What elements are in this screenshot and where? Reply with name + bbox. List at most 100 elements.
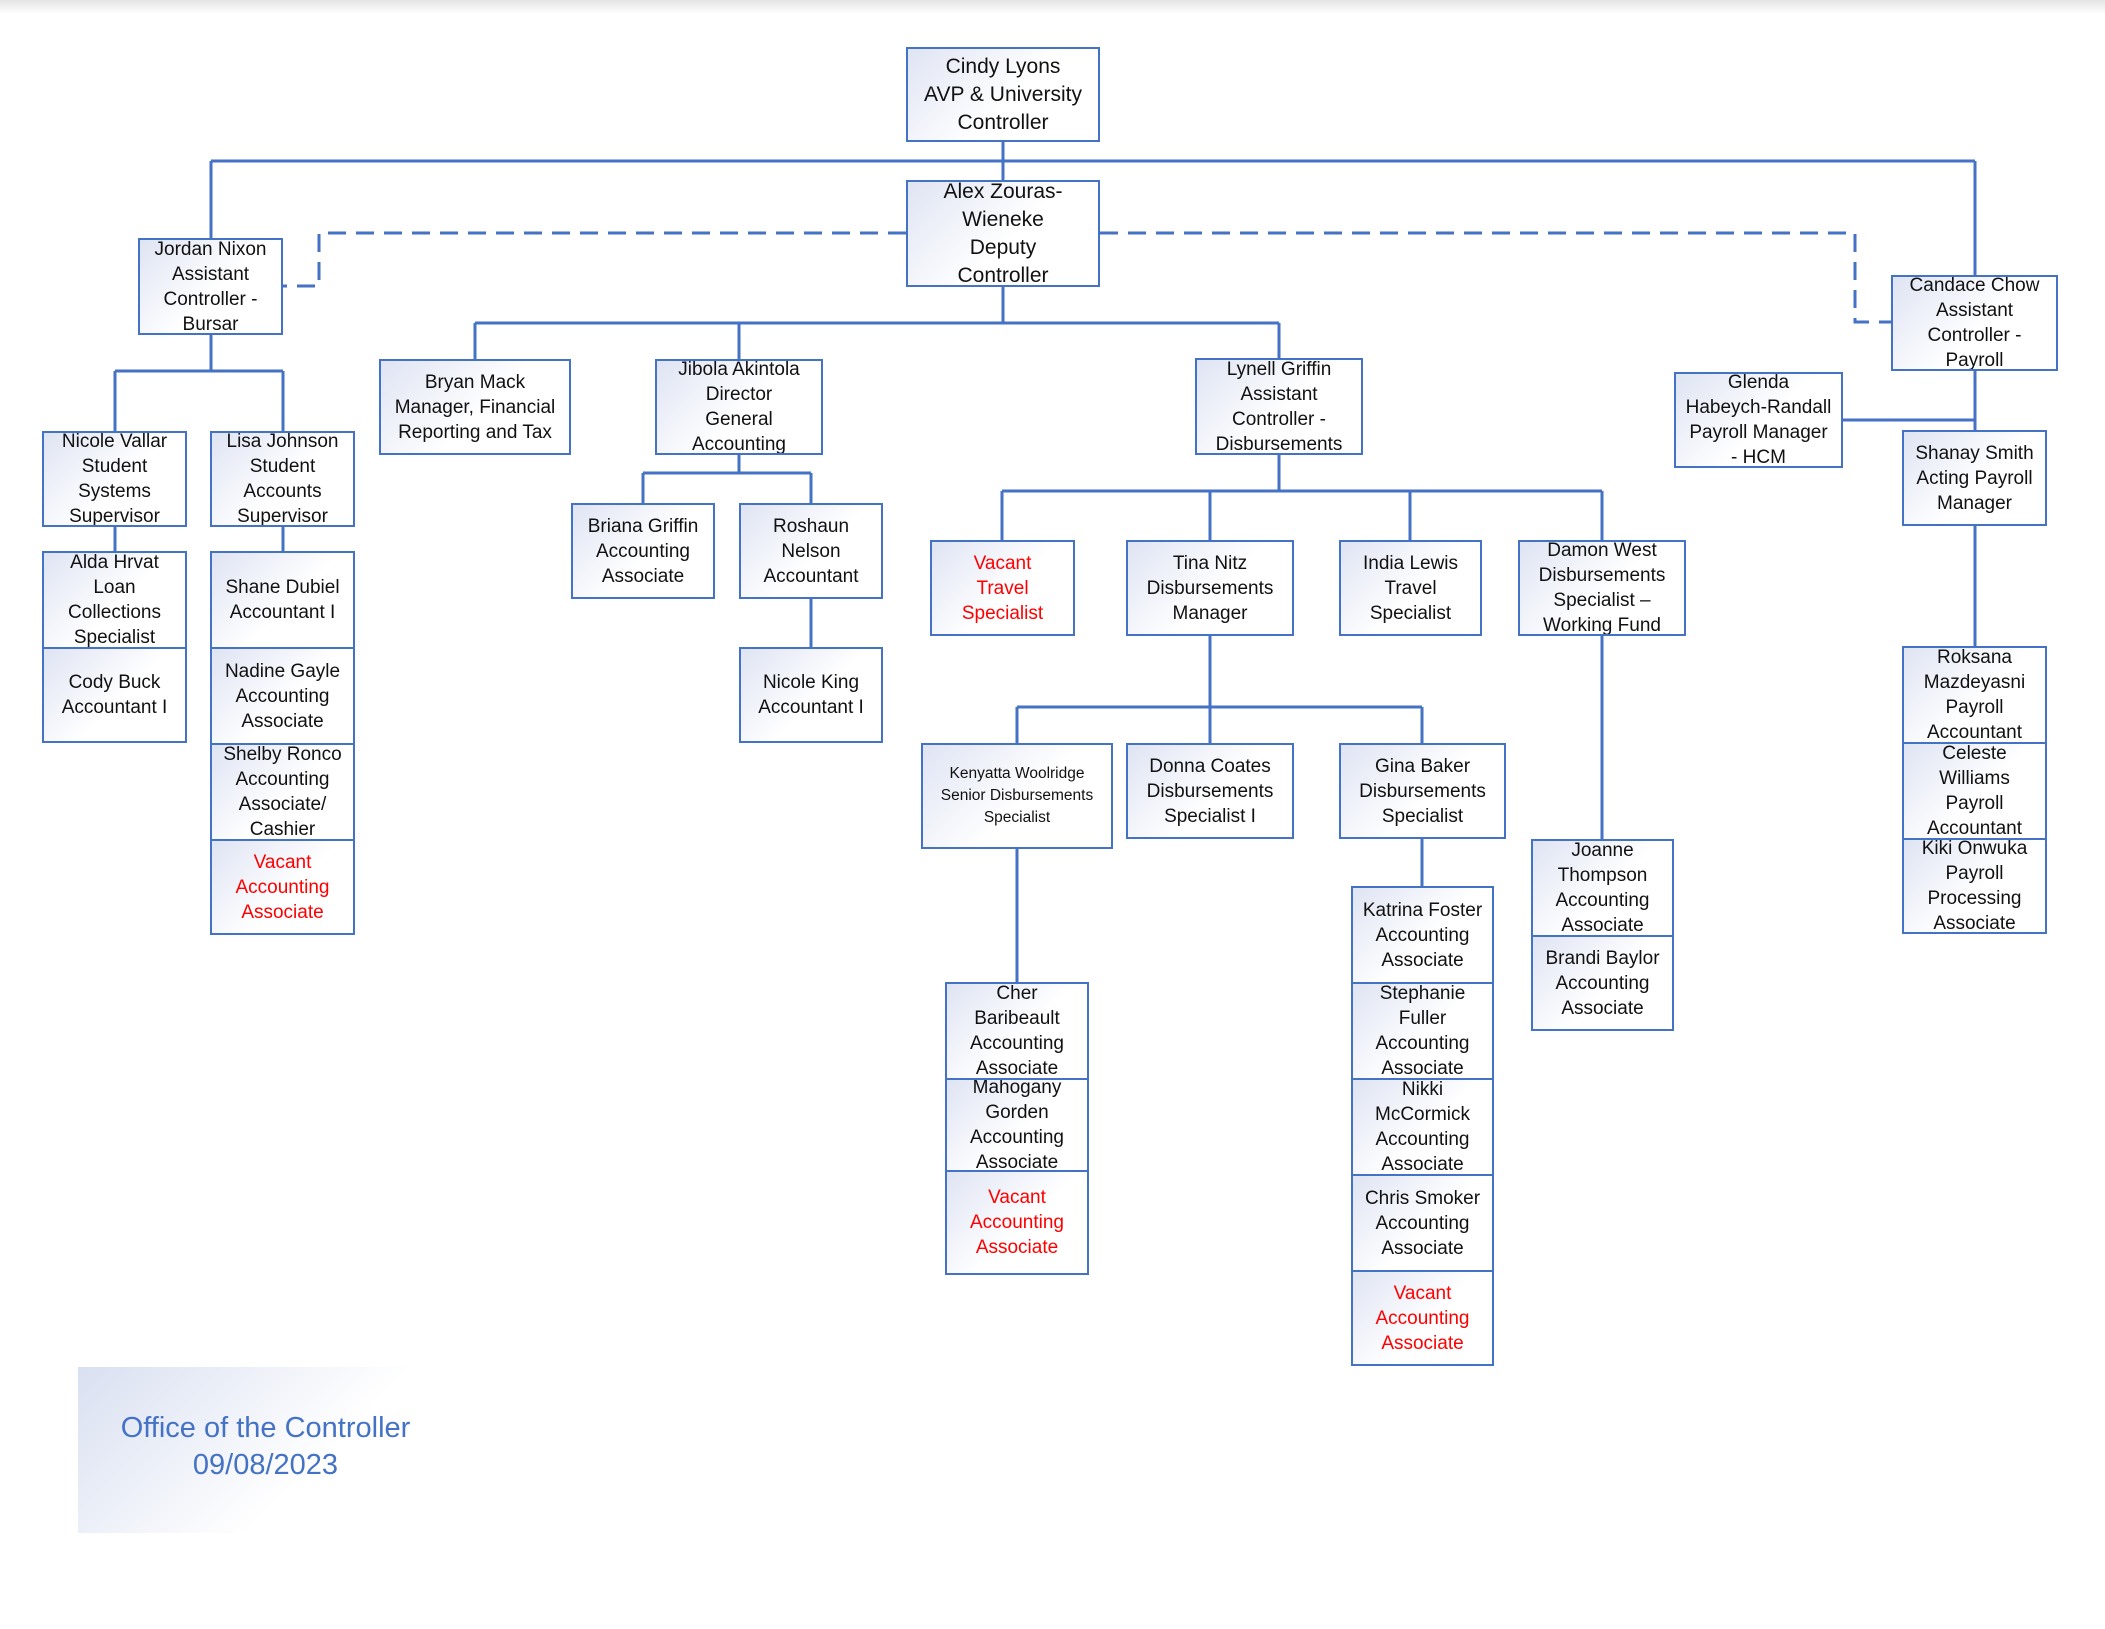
node-title-line: Accounts (243, 481, 322, 502)
node-title-line: Student (81, 456, 148, 477)
node-name: Jordan Nixon (154, 238, 267, 260)
node-title-line: Collections (68, 602, 161, 623)
node-title-line: Assistant (1240, 383, 1318, 405)
node-title-line: AVP & University (924, 82, 1082, 106)
node-title-line: Wieneke (962, 207, 1044, 231)
node-vacant-accounting-associate-kenyatta: Vacant Accounting Associate (945, 1170, 1089, 1275)
node-title-line: Associate (1933, 913, 2016, 934)
connector-lynell-children (1000, 455, 1604, 540)
node-title-line: Systems (78, 481, 151, 502)
connector-alex-children (473, 287, 1281, 359)
node-title-line: Accountant I (229, 602, 336, 623)
node-title-line: Disbursements (1359, 780, 1486, 802)
node-name: Shane Dubiel (225, 577, 340, 598)
node-title-line: Controller - (163, 288, 258, 310)
node-title-line: Director (705, 384, 773, 405)
node-title-line: Accountant (763, 565, 859, 587)
node-title-line: Associate (241, 710, 324, 732)
node-title-line: Assistant (1935, 300, 2014, 321)
node-title-line: Accounting (691, 434, 786, 455)
node-cody-buck: Cody Buck Accountant I (42, 647, 187, 743)
node-donna-coates: Donna Coates Disbursements Specialist I (1126, 743, 1294, 839)
node-nadine-gayle: Nadine Gayle Accounting Associate (210, 647, 355, 745)
node-name: Roksana (1937, 647, 2012, 668)
node-title-line: Accountant I (758, 697, 864, 718)
node-title-line: Controller - (1927, 325, 2022, 346)
node-title-line: Accountant (1926, 818, 2023, 839)
node-title-line: Disbursements (1146, 780, 1274, 802)
node-shanay-smith: Shanay Smith Acting Payroll Manager (1902, 430, 2047, 526)
node-title-line: Specialist (983, 809, 1051, 826)
node-name: Alda Hrvat (70, 552, 159, 573)
node-name: Katrina Foster (1362, 899, 1483, 921)
node-title-line: Accounting (969, 1033, 1064, 1054)
node-nikki-mccormick: Nikki McCormick Accounting Associate (1351, 1078, 1494, 1176)
node-name: Glenda (1727, 372, 1790, 393)
node-title-line: Fuller (1398, 1008, 1447, 1029)
node-title-line: Accounting (595, 540, 690, 562)
node-india-lewis: India Lewis Travel Specialist (1339, 540, 1482, 636)
node-title-line: Accounting (1375, 1212, 1470, 1234)
node-name: Lisa Johnson (226, 431, 339, 452)
node-title-line: Accountant (1926, 722, 2023, 743)
node-lisa-johnson: Lisa Johnson Student Accounts Supervisor (210, 431, 355, 527)
node-name: Kenyatta Woolridge (949, 765, 1085, 782)
footer-title: Office of the Controller (120, 1412, 411, 1444)
connector-jordan-children (113, 335, 285, 431)
node-lynell-griffin: Lynell Griffin Assistant Controller - Disbu… (1195, 358, 1363, 455)
node-title-line: Disbursements (1215, 433, 1343, 455)
node-title-line: Accounting (235, 876, 330, 898)
node-title-line: Acting Payroll (1916, 467, 2033, 489)
node-title-line: Associate (1561, 997, 1644, 1019)
node-name: Lynell Griffin (1226, 358, 1332, 380)
node-vacant-accounting-associate-gina: Vacant Accounting Associate (1351, 1270, 1494, 1366)
node-title-line: Specialist (1369, 602, 1452, 624)
node-name: Nicole King (762, 672, 860, 693)
connector-tina-children (1015, 636, 1424, 743)
node-name: Gina Baker (1374, 755, 1471, 777)
node-title-line: Manager, Financial (394, 396, 556, 418)
dotted-line-jordan (283, 231, 906, 288)
node-title-line: Accounting (1375, 1129, 1470, 1150)
node-name: Cher (996, 983, 1038, 1004)
node-name: Cindy Lyons (945, 54, 1061, 78)
node-title-line: Specialist I (1164, 805, 1256, 827)
node-gina-baker: Gina Baker Disbursements Specialist (1339, 743, 1506, 839)
node-title-line: Associate (975, 1237, 1059, 1258)
node-title-line: Williams (1939, 768, 2010, 789)
node-title-line: Payroll (1945, 697, 2004, 718)
node-title-line: Payroll (1945, 793, 2004, 814)
node-cindy-lyons: Cindy Lyons AVP & University Controller (906, 47, 1100, 142)
node-name: Tina Nitz (1172, 552, 1248, 574)
node-title-line: Accounting (1375, 1307, 1470, 1329)
node-jibola-akintola: Jibola Akintola Director General Accounting (655, 359, 823, 455)
node-title-line: Gorden (985, 1102, 1049, 1123)
node-title-line: Senior Disbursements (940, 787, 1094, 804)
node-title-line: Baribeault (974, 1008, 1060, 1029)
node-name: Chris Smoker (1364, 1187, 1481, 1209)
node-name: Jibola Akintola (678, 359, 800, 380)
node-title-line: Cashier (249, 819, 316, 840)
node-title-line: Bursar (182, 313, 239, 335)
node-title-line: Mazdeyasni (1923, 672, 2026, 693)
node-name: Damon West (1547, 540, 1657, 561)
node-title-line: Student (249, 456, 316, 477)
node-title-line: Processing (1927, 888, 2022, 909)
node-katrina-foster: Katrina Foster Accounting Associate (1351, 886, 1494, 984)
node-title-line: - HCM (1731, 447, 1786, 468)
node-roksana-mazdeyasni: Roksana Mazdeyasni Payroll Accountant (1902, 646, 2047, 744)
node-title-line: Supervisor (69, 506, 160, 527)
node-roshaun-nelson: Roshaun Nelson Accountant (739, 503, 883, 599)
node-name: Nikki (1401, 1079, 1444, 1100)
footer: Office of the Controller 09/08/2023 (78, 1410, 453, 1484)
node-title-line: Payroll (1945, 350, 2004, 371)
node-title-line: Deputy (969, 235, 1037, 259)
node-alex-zouras-wieneke: Alex Zouras- Wieneke Deputy Controller (906, 180, 1100, 287)
node-kiki-onwuka: Kiki Onwuka Payroll Processing Associate (1902, 838, 2047, 934)
connector-jibola-children (641, 455, 813, 503)
node-title-line: Associate (1381, 1058, 1464, 1079)
node-title-line: Associate (1381, 1154, 1464, 1175)
node-title-line: McCormick (1375, 1104, 1470, 1125)
node-glenda-habeych-randall: Glenda Habeych-Randall Payroll Manager - HC… (1674, 372, 1843, 468)
node-title-line: Accounting (969, 1212, 1064, 1233)
